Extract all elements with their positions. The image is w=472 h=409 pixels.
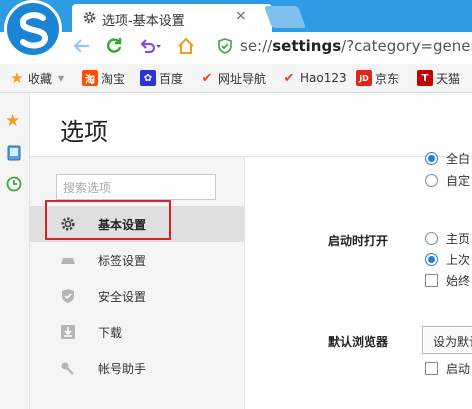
home-button[interactable]	[174, 32, 198, 60]
home-icon	[178, 38, 194, 54]
checkbox-label: 启动	[446, 362, 471, 376]
shield-icon	[60, 288, 76, 304]
search-input[interactable]	[61, 176, 215, 200]
browser-logo	[4, 0, 62, 58]
nav-item-download[interactable]: 下载	[30, 314, 244, 350]
nav-item-label: 安全设置	[98, 290, 147, 304]
bookmark-favorites[interactable]: ★ 收藏 ▼	[9, 69, 64, 87]
bookmark-label: 收藏	[28, 71, 53, 86]
download-icon	[60, 324, 76, 340]
nav-item-tabs[interactable]: 标签设置	[30, 242, 244, 278]
set-default-button[interactable]: 设为默认	[422, 326, 472, 354]
nav-item-label: 下载	[98, 326, 123, 340]
secure-shield-icon	[218, 38, 232, 57]
tab-title: 选项-基本设置	[102, 14, 185, 29]
undo-icon	[140, 39, 161, 54]
bookmark-baidu[interactable]: ✿ 百度	[140, 69, 183, 87]
checkbox-default-startup[interactable]	[425, 362, 438, 375]
bookmark-label: 京东	[375, 71, 400, 86]
bookmark-jd[interactable]: JD 京东	[356, 69, 399, 87]
address-bar[interactable]: se://settings/?category=general	[212, 34, 472, 58]
undo-close-button[interactable]	[134, 32, 166, 60]
bookmark-hao123[interactable]: ✔ Hao123	[281, 69, 347, 87]
bookmark-hao[interactable]: ✔ 网址导航	[199, 69, 266, 87]
checkbox-startup-always[interactable]	[425, 274, 438, 287]
star-icon: ★	[10, 69, 24, 87]
option-label: 主页	[446, 232, 471, 246]
new-tab-button[interactable]	[263, 6, 307, 28]
key-icon	[60, 360, 76, 376]
radio-top-1[interactable]	[425, 152, 438, 165]
history-clock-icon[interactable]	[6, 176, 22, 195]
highlight-annotation	[45, 200, 171, 240]
back-arrow-icon	[73, 39, 89, 53]
option-label: 自定	[446, 174, 471, 188]
nav-item-security[interactable]: 安全设置	[30, 278, 244, 314]
address-url: se://settings/?category=general	[240, 37, 472, 55]
startup-label: 启动时打开	[328, 234, 389, 248]
bookmark-taobao[interactable]: 淘 淘宝	[82, 69, 125, 87]
hao-icon: ✔	[201, 70, 213, 86]
bookmarks-bar: ★ 收藏 ▼ 淘 淘宝 ✿ 百度 ✔ 网址导航 ✔ Hao123 JD 京东 T…	[0, 64, 472, 93]
set-default-button-label: 设为默认	[433, 335, 472, 349]
hao123-icon: ✔	[283, 70, 295, 86]
default-browser-label: 默认浏览器	[328, 335, 389, 349]
radio-startup-home[interactable]	[425, 232, 438, 245]
radio-top-2[interactable]	[425, 174, 438, 187]
checkbox-label: 始终	[446, 274, 471, 288]
bookmark-label: 天猫	[436, 71, 461, 86]
tablet-icon[interactable]	[7, 145, 21, 164]
settings-nav: 基本设置 标签设置 安全设置 下载 帐号助手	[30, 157, 245, 409]
option-label: 上次	[446, 253, 471, 267]
nav-item-label: 帐号助手	[98, 362, 147, 376]
bookmark-tmall[interactable]: T 天猫	[417, 69, 460, 87]
page-title: 选项	[60, 118, 108, 146]
option-label: 全白	[446, 152, 471, 166]
chevron-down-icon: ▼	[58, 73, 65, 83]
search-field[interactable]	[56, 174, 216, 200]
refresh-button[interactable]	[102, 32, 126, 60]
bookmark-label: Hao123	[300, 71, 347, 85]
back-button[interactable]	[70, 32, 94, 60]
title-bar: 选项-基本设置 ×	[0, 0, 472, 32]
tab-icon	[60, 252, 76, 268]
side-toolbar: ★	[0, 93, 30, 409]
tmall-icon: T	[417, 70, 433, 86]
bookmark-label: 淘宝	[101, 71, 126, 86]
bookmark-label: 网址导航	[218, 71, 267, 86]
baidu-icon: ✿	[140, 70, 156, 86]
tab-close-button[interactable]: ×	[235, 8, 247, 24]
gear-icon	[82, 10, 97, 28]
favorites-star-icon[interactable]: ★	[5, 111, 20, 131]
bookmark-label: 百度	[159, 71, 184, 86]
refresh-icon	[107, 38, 122, 53]
nav-item-label: 标签设置	[98, 254, 147, 268]
radio-startup-last[interactable]	[425, 253, 438, 266]
nav-item-account[interactable]: 帐号助手	[30, 350, 244, 386]
tab-settings[interactable]: 选项-基本设置 ×	[72, 4, 272, 32]
toolbar: se://settings/?category=general	[0, 32, 472, 64]
taobao-icon: 淘	[82, 70, 98, 86]
jd-icon: JD	[356, 70, 372, 86]
